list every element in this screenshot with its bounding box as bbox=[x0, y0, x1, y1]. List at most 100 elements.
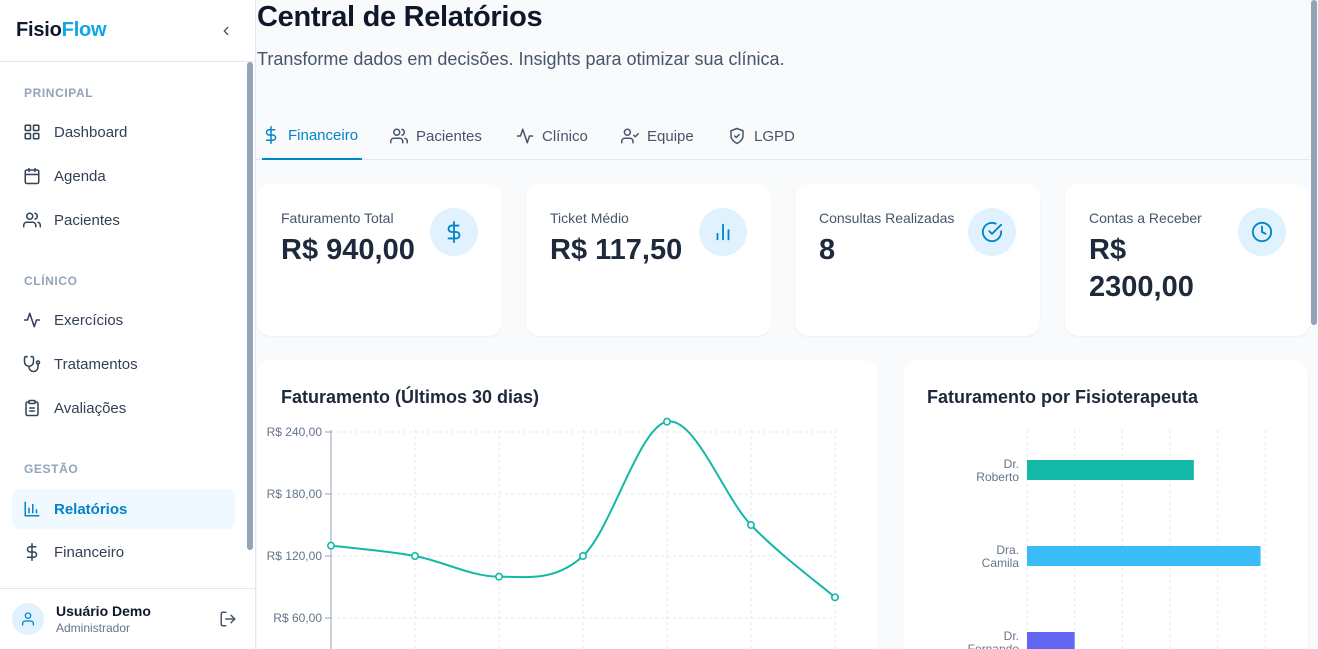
tab-label: Equipe bbox=[647, 127, 694, 145]
dollar-icon bbox=[447, 221, 461, 243]
category-label: Dra. bbox=[996, 543, 1019, 557]
sidebar-item-tratamentos[interactable]: Tratamentos bbox=[12, 344, 235, 384]
sidebar-item-pacientes[interactable]: Pacientes bbox=[12, 200, 235, 240]
logo-text-flow: Flow bbox=[61, 19, 107, 41]
tab-lgpd[interactable]: LGPD bbox=[728, 112, 795, 160]
stethoscope-icon bbox=[23, 355, 41, 373]
data-point[interactable] bbox=[830, 593, 839, 602]
tab-label: Financeiro bbox=[288, 126, 359, 144]
activity-icon bbox=[23, 312, 41, 328]
sidebar-nav: PRINCIPAL Dashboard Agenda Pacientes CLÍ… bbox=[0, 62, 255, 588]
revenue-line-chart: R$ 60,00 R$ 120,00 R$ 180,00 R$ 240,00 bbox=[267, 417, 839, 649]
revenue-by-therapist-card: Faturamento por Fisioterapeuta Dr. Robert… bbox=[903, 360, 1308, 649]
sidebar-item-financeiro[interactable]: Financeiro bbox=[12, 532, 235, 572]
sidebar-item-label: Agenda bbox=[54, 167, 106, 185]
revenue-by-therapist-chart: Dr.RobertoDra.CamilaDr.Fernando bbox=[968, 430, 1266, 649]
sidebar-item-dashboard[interactable]: Dashboard bbox=[12, 112, 235, 152]
kpi-icon-wrapper bbox=[699, 208, 747, 256]
logo-text-fisio: Fisio bbox=[16, 19, 62, 41]
sidebar-item-label: Tratamentos bbox=[54, 355, 138, 373]
tab-financeiro[interactable]: Financeiro bbox=[262, 112, 363, 160]
tab-label: Pacientes bbox=[416, 127, 482, 145]
kpi-label: Faturamento Total bbox=[281, 210, 394, 226]
app-root: FisioFlow PRINCIPAL Dashboard Agenda Pac… bbox=[0, 0, 1318, 649]
tab-clinico[interactable]: Clínico bbox=[516, 112, 588, 160]
bar[interactable] bbox=[1027, 460, 1194, 480]
shield-check-icon bbox=[730, 127, 744, 145]
bar-chart-icon bbox=[24, 501, 40, 517]
main-scrollbar-thumb[interactable] bbox=[1311, 0, 1317, 325]
tab-pacientes[interactable]: Pacientes bbox=[390, 112, 482, 160]
category-label: Roberto bbox=[976, 470, 1019, 484]
users-icon bbox=[390, 128, 408, 144]
app-logo[interactable]: FisioFlow bbox=[16, 19, 107, 42]
logout-button[interactable] bbox=[219, 610, 237, 628]
kpi-icon-wrapper bbox=[1238, 208, 1286, 256]
user-role: Administrador bbox=[56, 621, 131, 635]
y-tick-label: R$ 60,00 bbox=[273, 611, 322, 625]
sidebar-item-relatorios[interactable]: Relatórios bbox=[12, 489, 235, 529]
data-point[interactable] bbox=[327, 541, 336, 550]
kpi-value: 8 bbox=[819, 234, 836, 266]
main-content: Central de Relatórios Transforme dados e… bbox=[256, 0, 1318, 649]
dollar-icon bbox=[265, 126, 277, 144]
chart-grid bbox=[330, 430, 836, 649]
grid-icon bbox=[24, 124, 40, 140]
clock-icon bbox=[1251, 221, 1273, 243]
sidebar-item-label: Dashboard bbox=[54, 123, 128, 141]
category-label: Dr. bbox=[1004, 629, 1019, 643]
section-label-clinico: CLÍNICO bbox=[24, 274, 78, 288]
y-tick-label: R$ 180,00 bbox=[267, 487, 323, 501]
user-name: Usuário Demo bbox=[56, 603, 151, 619]
category-label: Dr. bbox=[1004, 457, 1019, 471]
kpi-card-faturamento-total: Faturamento Total R$ 940,00 bbox=[257, 184, 502, 336]
avatar[interactable] bbox=[12, 603, 44, 635]
data-point[interactable] bbox=[578, 552, 587, 561]
section-label-gestao: GESTÃO bbox=[24, 462, 79, 476]
chevron-left-icon bbox=[223, 26, 229, 35]
sidebar-item-label: Exercícios bbox=[54, 311, 124, 329]
logout-icon bbox=[220, 611, 236, 627]
activity-icon bbox=[516, 128, 534, 144]
sidebar-item-label: Avaliações bbox=[54, 399, 127, 417]
data-point[interactable] bbox=[411, 552, 420, 561]
clipboard-icon bbox=[25, 399, 39, 417]
category-label: Fernando bbox=[968, 642, 1020, 649]
sidebar: FisioFlow PRINCIPAL Dashboard Agenda Pac… bbox=[0, 0, 256, 649]
users-icon bbox=[23, 212, 41, 228]
collapse-sidebar-button[interactable] bbox=[215, 20, 237, 42]
data-point[interactable] bbox=[746, 521, 755, 530]
tab-equipe[interactable]: Equipe bbox=[621, 112, 694, 160]
user-panel: Usuário Demo Administrador bbox=[0, 588, 255, 649]
page-title: Central de Relatórios bbox=[257, 1, 543, 33]
kpi-icon-wrapper bbox=[968, 208, 1016, 256]
user-info: Usuário Demo Administrador bbox=[56, 603, 151, 635]
category-label: Camila bbox=[982, 556, 1020, 570]
kpi-card-contas-a-receber: Contas a Receber R$ 2300,00 bbox=[1065, 184, 1310, 336]
calendar-icon bbox=[24, 167, 40, 185]
y-tick-label: R$ 240,00 bbox=[267, 425, 323, 439]
revenue-line-chart-card: Faturamento (Últimos 30 dias) R$ 60,00 R$… bbox=[257, 360, 878, 649]
kpi-value: R$ 940,00 bbox=[281, 234, 415, 266]
kpi-card-ticket-medio: Ticket Médio R$ 117,50 bbox=[526, 184, 771, 336]
sidebar-scrollbar-thumb[interactable] bbox=[247, 62, 253, 550]
tab-label: Clínico bbox=[542, 127, 588, 145]
data-point[interactable] bbox=[662, 417, 671, 426]
sidebar-item-agenda[interactable]: Agenda bbox=[12, 156, 235, 196]
kpi-label: Contas a Receber bbox=[1089, 210, 1202, 226]
kpi-label: Ticket Médio bbox=[550, 210, 629, 226]
bar[interactable] bbox=[1027, 546, 1261, 566]
page-subtitle: Transforme dados em decisões. Insights p… bbox=[257, 49, 785, 69]
sidebar-scrollbar[interactable] bbox=[247, 62, 253, 550]
data-point[interactable] bbox=[495, 572, 504, 581]
kpi-label: Consultas Realizadas bbox=[819, 210, 955, 226]
user-icon bbox=[22, 612, 34, 626]
sidebar-item-avaliacoes[interactable]: Avaliações bbox=[12, 388, 235, 428]
user-check-icon bbox=[621, 128, 639, 144]
main-scrollbar[interactable] bbox=[1310, 0, 1318, 649]
sidebar-item-label: Pacientes bbox=[54, 211, 120, 229]
sidebar-item-label: Financeiro bbox=[54, 543, 125, 561]
sidebar-item-exercicios[interactable]: Exercícios bbox=[12, 300, 235, 340]
bar-chart-icon bbox=[716, 223, 730, 241]
bar[interactable] bbox=[1027, 632, 1075, 649]
